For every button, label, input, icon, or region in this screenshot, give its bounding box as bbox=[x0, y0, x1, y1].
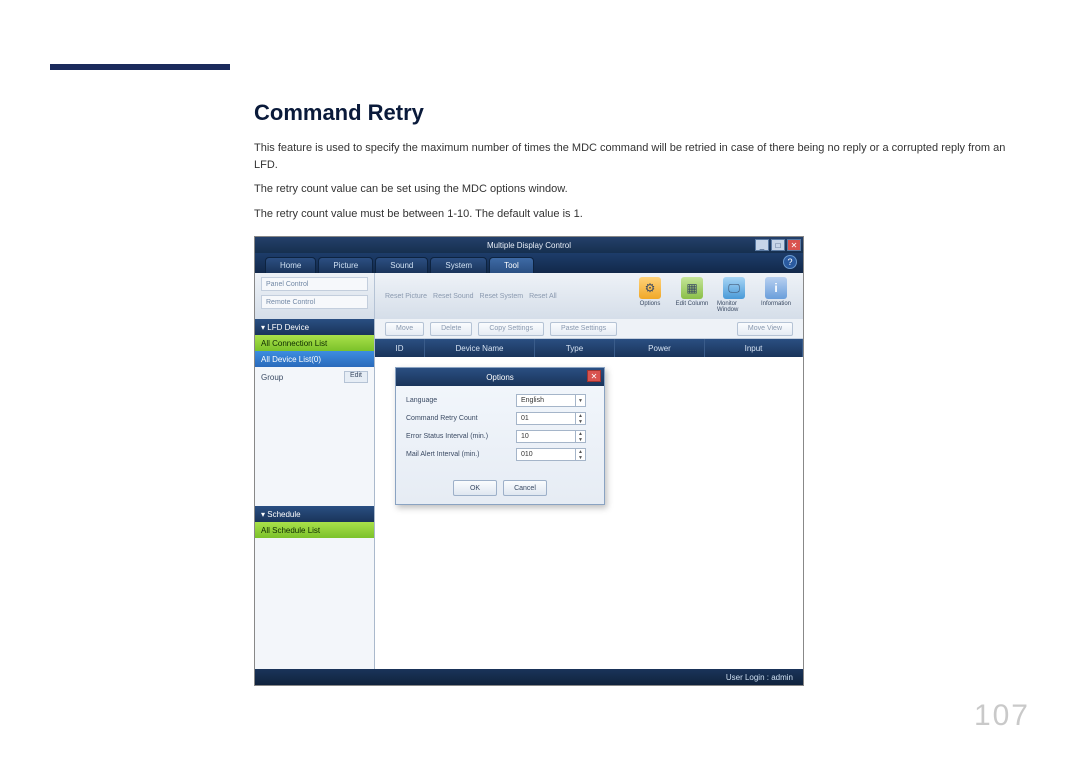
sidebar-filler bbox=[255, 538, 374, 669]
language-value: English bbox=[521, 397, 544, 404]
toolbar-left: Panel Control Remote Control bbox=[255, 273, 375, 319]
move-button[interactable]: Move bbox=[385, 322, 424, 336]
dialog-body: Language English ▼ Command Retry Count 0… bbox=[396, 386, 604, 474]
error-row: Error Status Interval (min.) 10 ▲▼ bbox=[406, 430, 594, 443]
move-view-button[interactable]: Move View bbox=[737, 322, 793, 336]
reset-sound-label[interactable]: Reset Sound bbox=[433, 293, 473, 300]
chevron-down-icon: ▼ bbox=[575, 395, 585, 406]
group-row: Group Edit bbox=[261, 371, 368, 383]
information-button[interactable]: i Information bbox=[759, 277, 793, 315]
button-row: Move Delete Copy Settings Paste Settings… bbox=[375, 319, 803, 339]
col-id[interactable]: ID bbox=[375, 339, 425, 357]
column-headers: ID Device Name Type Power Input bbox=[375, 339, 803, 357]
list-body: Options ✕ Language English ▼ bbox=[375, 357, 803, 669]
col-device-name[interactable]: Device Name bbox=[425, 339, 535, 357]
group-edit-button[interactable]: Edit bbox=[344, 371, 368, 383]
col-power[interactable]: Power bbox=[615, 339, 705, 357]
monitor-icon: 🖵 bbox=[723, 277, 745, 299]
dialog-titlebar: Options ✕ bbox=[396, 368, 604, 386]
sidebar-all-connection-list[interactable]: All Connection List bbox=[255, 335, 374, 351]
side-rule bbox=[50, 64, 230, 70]
tab-bar: Home Picture Sound System Tool ? bbox=[255, 253, 803, 273]
titlebar: Multiple Display Control _ □ ✕ bbox=[255, 237, 803, 253]
language-dropdown[interactable]: English ▼ bbox=[516, 394, 586, 407]
toolbar-mid: Reset Picture Reset Sound Reset System R… bbox=[375, 273, 623, 319]
edit-column-button[interactable]: ▦ Edit Column bbox=[675, 277, 709, 315]
group-label: Group bbox=[261, 373, 283, 382]
spinner-icon: ▲▼ bbox=[575, 413, 585, 424]
maximize-button[interactable]: □ bbox=[771, 239, 785, 251]
dialog-title-text: Options bbox=[486, 373, 514, 382]
statusbar: User Login : admin bbox=[255, 669, 803, 685]
tab-picture[interactable]: Picture bbox=[318, 257, 373, 273]
delete-button[interactable]: Delete bbox=[430, 322, 472, 336]
options-dialog: Options ✕ Language English ▼ bbox=[395, 367, 605, 505]
main-area: Move Delete Copy Settings Paste Settings… bbox=[375, 319, 803, 669]
tab-system[interactable]: System bbox=[430, 257, 487, 273]
statusbar-text: User Login : admin bbox=[726, 673, 793, 682]
sidebar-schedule[interactable]: ▾ Schedule bbox=[255, 506, 374, 522]
reset-all-label[interactable]: Reset All bbox=[529, 293, 557, 300]
paste-settings-button[interactable]: Paste Settings bbox=[550, 322, 617, 336]
page-heading: Command Retry bbox=[254, 100, 1030, 126]
edit-column-label: Edit Column bbox=[676, 301, 709, 307]
description-p1: This feature is used to specify the maxi… bbox=[254, 140, 1030, 173]
col-type[interactable]: Type bbox=[535, 339, 615, 357]
description-p2: The retry count value can be set using t… bbox=[254, 181, 1030, 198]
mail-row: Mail Alert Interval (min.) 010 ▲▼ bbox=[406, 448, 594, 461]
options-button[interactable]: ⚙ Options bbox=[633, 277, 667, 315]
close-button[interactable]: ✕ bbox=[787, 239, 801, 251]
toolbar: Panel Control Remote Control Reset Pictu… bbox=[255, 273, 803, 319]
dialog-close-button[interactable]: ✕ bbox=[587, 370, 601, 382]
options-label: Options bbox=[640, 301, 661, 307]
retry-spinner[interactable]: 01 ▲▼ bbox=[516, 412, 586, 425]
spinner-icon: ▲▼ bbox=[575, 431, 585, 442]
error-value: 10 bbox=[521, 433, 529, 440]
sidebar-all-schedule-list[interactable]: All Schedule List bbox=[255, 522, 374, 538]
error-label: Error Status Interval (min.) bbox=[406, 433, 516, 440]
content-area: Command Retry This feature is used to sp… bbox=[254, 100, 1030, 686]
mail-value: 010 bbox=[521, 451, 533, 458]
sidebar-lfd-device[interactable]: ▾ LFD Device bbox=[255, 319, 374, 335]
language-label: Language bbox=[406, 397, 516, 404]
window-buttons: _ □ ✕ bbox=[755, 239, 801, 251]
mail-label: Mail Alert Interval (min.) bbox=[406, 451, 516, 458]
reset-system-label[interactable]: Reset System bbox=[480, 293, 524, 300]
sidebar: ▾ LFD Device All Connection List All Dev… bbox=[255, 319, 375, 669]
info-icon: i bbox=[765, 277, 787, 299]
columns-icon: ▦ bbox=[681, 277, 703, 299]
mail-spinner[interactable]: 010 ▲▼ bbox=[516, 448, 586, 461]
sidebar-body: Group Edit bbox=[255, 367, 374, 506]
language-row: Language English ▼ bbox=[406, 394, 594, 407]
dialog-buttons: OK Cancel bbox=[396, 474, 604, 504]
tab-sound[interactable]: Sound bbox=[375, 257, 428, 273]
gear-icon: ⚙ bbox=[639, 277, 661, 299]
minimize-button[interactable]: _ bbox=[755, 239, 769, 251]
tab-home[interactable]: Home bbox=[265, 257, 316, 273]
body-area: ▾ LFD Device All Connection List All Dev… bbox=[255, 319, 803, 669]
page-number: 107 bbox=[974, 699, 1030, 733]
panel-control-item[interactable]: Panel Control bbox=[261, 277, 368, 291]
error-spinner[interactable]: 10 ▲▼ bbox=[516, 430, 586, 443]
reset-picture-label[interactable]: Reset Picture bbox=[385, 293, 427, 300]
help-icon[interactable]: ? bbox=[783, 255, 797, 269]
toolbar-right: ⚙ Options ▦ Edit Column 🖵 Monitor Window… bbox=[623, 273, 803, 319]
tab-tool[interactable]: Tool bbox=[489, 257, 534, 273]
col-input[interactable]: Input bbox=[705, 339, 803, 357]
cancel-button[interactable]: Cancel bbox=[503, 480, 547, 496]
information-label: Information bbox=[761, 301, 791, 307]
spinner-icon: ▲▼ bbox=[575, 449, 585, 460]
retry-value: 01 bbox=[521, 415, 529, 422]
description-p3: The retry count value must be between 1-… bbox=[254, 206, 1030, 223]
monitor-window-button[interactable]: 🖵 Monitor Window bbox=[717, 277, 751, 315]
copy-settings-button[interactable]: Copy Settings bbox=[478, 322, 544, 336]
titlebar-text: Multiple Display Control bbox=[487, 241, 571, 250]
retry-row: Command Retry Count 01 ▲▼ bbox=[406, 412, 594, 425]
ok-button[interactable]: OK bbox=[453, 480, 497, 496]
sidebar-all-device-list[interactable]: All Device List(0) bbox=[255, 351, 374, 367]
monitor-window-label: Monitor Window bbox=[717, 301, 751, 313]
retry-label: Command Retry Count bbox=[406, 415, 516, 422]
app-screenshot: Multiple Display Control _ □ ✕ Home Pict… bbox=[254, 236, 804, 686]
remote-control-item[interactable]: Remote Control bbox=[261, 295, 368, 309]
